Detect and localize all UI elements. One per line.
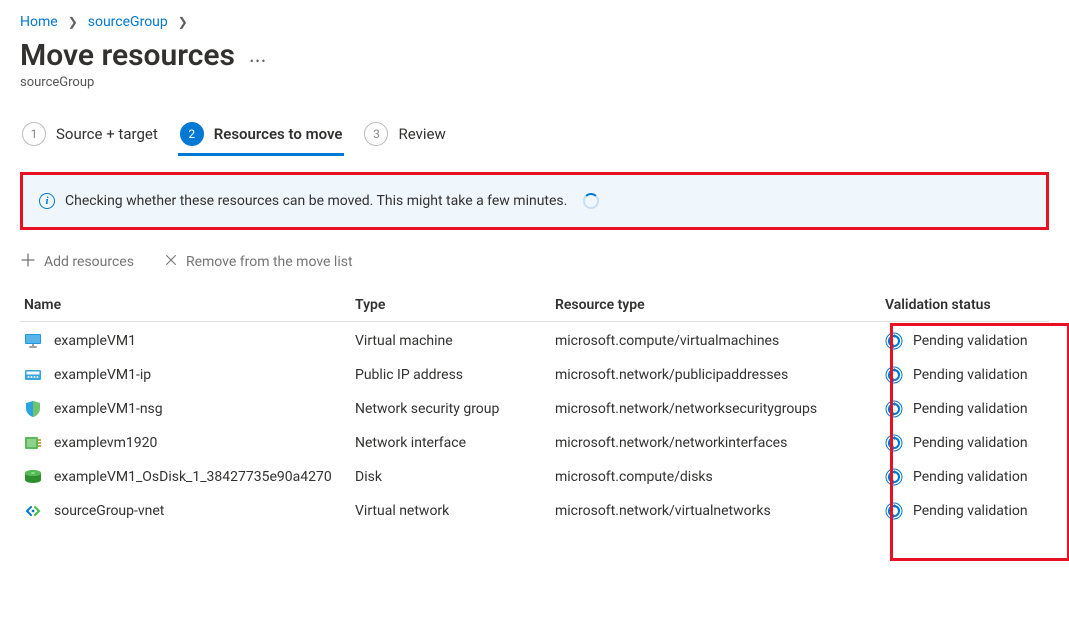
step-label: Source + target — [56, 125, 158, 143]
step-source-target[interactable]: 1 Source + target — [20, 114, 160, 156]
disk-icon — [24, 468, 42, 486]
resource-type-id: microsoft.network/networkinterfaces — [555, 435, 885, 451]
pending-icon — [885, 434, 903, 452]
table-row[interactable]: examplevm1920 Network interfacemicrosoft.… — [20, 426, 1049, 460]
add-resources-label: Add resources — [44, 254, 134, 270]
header-name[interactable]: Name — [20, 297, 355, 313]
validation-status-text: Pending validation — [913, 469, 1028, 485]
spinner-icon — [583, 193, 599, 209]
step-number: 2 — [180, 122, 204, 146]
breadcrumb: Home ❯ sourceGroup ❯ — [20, 14, 1049, 30]
vnet-icon — [24, 502, 42, 520]
validation-status-text: Pending validation — [913, 333, 1028, 349]
table-row[interactable]: exampleVM1 Virtual machinemicrosoft.compu… — [20, 324, 1049, 358]
resource-type-id: microsoft.network/publicipaddresses — [555, 367, 885, 383]
resource-type-friendly: Virtual network — [355, 503, 555, 519]
resource-name: exampleVM1_OsDisk_1_38427735e90a4270 — [54, 469, 332, 485]
step-review[interactable]: 3 Review — [362, 114, 447, 156]
header-type[interactable]: Type — [355, 297, 555, 313]
remove-from-list-button[interactable]: Remove from the move list — [164, 253, 353, 270]
step-number: 3 — [364, 122, 388, 146]
chevron-right-icon: ❯ — [178, 15, 188, 29]
resource-name: exampleVM1-nsg — [54, 401, 163, 417]
wizard-steps: 1 Source + target 2 Resources to move 3 … — [20, 114, 1049, 156]
resource-name: exampleVM1-ip — [54, 367, 151, 383]
resource-type-friendly: Disk — [355, 469, 555, 485]
more-button[interactable]: ... — [249, 45, 266, 67]
header-resource-type[interactable]: Resource type — [555, 297, 885, 313]
resource-name: sourceGroup-vnet — [54, 503, 164, 519]
table-row[interactable]: exampleVM1-nsg Network security groupmicr… — [20, 392, 1049, 426]
resource-type-friendly: Network interface — [355, 435, 555, 451]
resource-name: exampleVM1 — [54, 333, 136, 349]
breadcrumb-sourcegroup[interactable]: sourceGroup — [88, 14, 168, 30]
remove-from-list-label: Remove from the move list — [186, 254, 353, 270]
resource-type-friendly: Virtual machine — [355, 333, 555, 349]
pending-icon — [885, 400, 903, 418]
add-resources-button[interactable]: Add resources — [20, 252, 134, 271]
resources-table: Name Type Resource type Validation statu… — [20, 289, 1049, 528]
close-icon — [164, 253, 178, 270]
toolbar: Add resources Remove from the move list — [20, 252, 1049, 271]
nic-icon — [24, 434, 42, 452]
resource-type-id: microsoft.network/networksecuritygroups — [555, 401, 885, 417]
table-row[interactable]: sourceGroup-vnet Virtual networkmicrosoft… — [20, 494, 1049, 528]
breadcrumb-home[interactable]: Home — [20, 14, 58, 30]
resource-type-id: microsoft.compute/virtualmachines — [555, 333, 885, 349]
info-icon: i — [39, 193, 55, 209]
page-subtitle: sourceGroup — [20, 75, 1049, 90]
step-number: 1 — [22, 122, 46, 146]
plus-icon — [20, 252, 36, 271]
resource-type-friendly: Network security group — [355, 401, 555, 417]
step-label: Resources to move — [214, 125, 343, 143]
validation-status-text: Pending validation — [913, 367, 1028, 383]
pending-icon — [885, 502, 903, 520]
resource-type-id: microsoft.network/virtualnetworks — [555, 503, 885, 519]
resource-name: examplevm1920 — [54, 435, 157, 451]
table-header: Name Type Resource type Validation statu… — [20, 289, 1049, 321]
pending-icon — [885, 332, 903, 350]
info-bar-text: Checking whether these resources can be … — [65, 193, 567, 209]
validation-status-text: Pending validation — [913, 435, 1028, 451]
info-bar-highlight: i Checking whether these resources can b… — [20, 172, 1049, 230]
header-validation-status[interactable]: Validation status — [885, 297, 1049, 313]
chevron-right-icon: ❯ — [68, 15, 78, 29]
validation-status-text: Pending validation — [913, 503, 1028, 519]
step-label: Review — [398, 125, 445, 143]
vm-icon — [24, 332, 42, 350]
info-bar: i Checking whether these resources can b… — [23, 175, 1046, 227]
table-row[interactable]: exampleVM1_OsDisk_1_38427735e90a4270 Disk… — [20, 460, 1049, 494]
resource-type-friendly: Public IP address — [355, 367, 555, 383]
step-resources-to-move[interactable]: 2 Resources to move — [178, 114, 345, 156]
validation-status-text: Pending validation — [913, 401, 1028, 417]
pending-icon — [885, 366, 903, 384]
nsg-shield-icon — [24, 400, 42, 418]
table-row[interactable]: exampleVM1-ip Public IP addressmicrosoft.… — [20, 358, 1049, 392]
public-ip-icon — [24, 366, 42, 384]
divider — [20, 321, 1049, 322]
resource-type-id: microsoft.compute/disks — [555, 469, 885, 485]
pending-icon — [885, 468, 903, 486]
page-title: Move resources — [20, 38, 235, 73]
